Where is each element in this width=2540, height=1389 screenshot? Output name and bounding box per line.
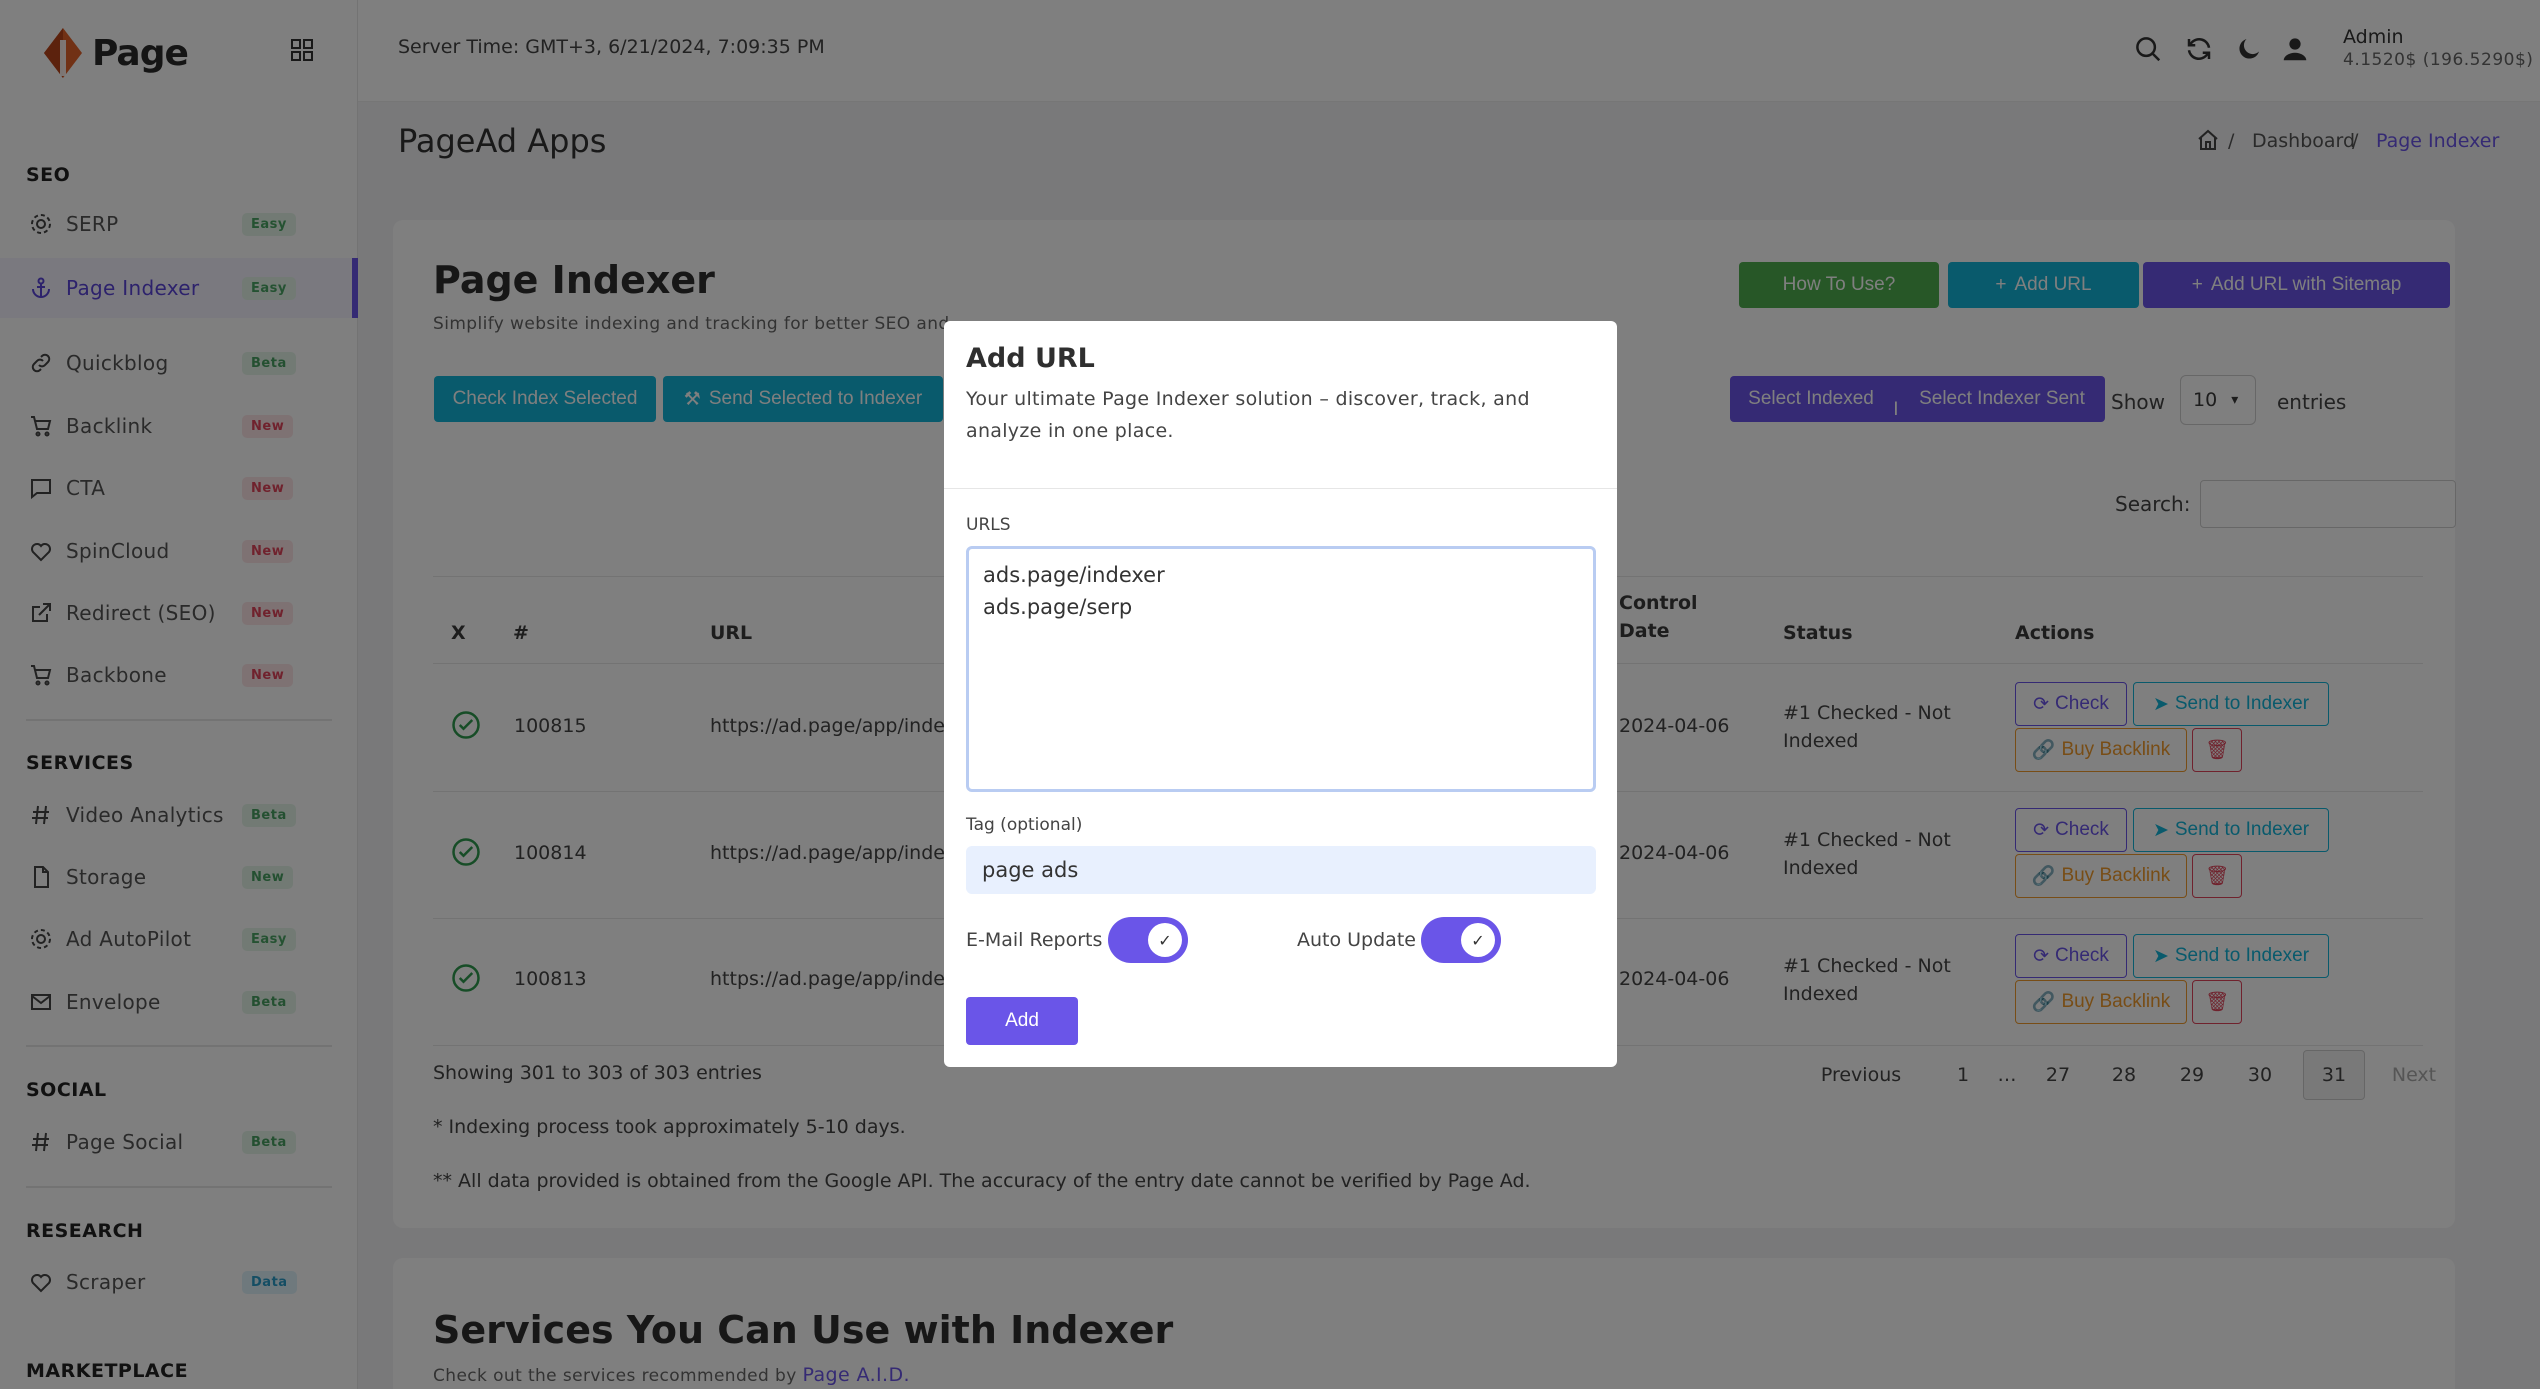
tag-input[interactable] (966, 846, 1596, 894)
tag-label: Tag (optional) (966, 815, 1083, 835)
auto-update-label: Auto Update (1297, 929, 1416, 951)
email-reports-toggle[interactable]: ✓ (1108, 917, 1188, 963)
toggle-check-icon: ✓ (1461, 923, 1495, 957)
modal-subtitle: Your ultimate Page Indexer solution – di… (966, 388, 1530, 442)
add-url-modal: Add URL Your ultimate Page Indexer solut… (944, 321, 1617, 1067)
toggle-check-icon: ✓ (1148, 923, 1182, 957)
auto-update-toggle[interactable]: ✓ (1421, 917, 1501, 963)
add-button[interactable]: Add (966, 997, 1078, 1045)
urls-label: URLS (966, 515, 1011, 535)
email-reports-label: E-Mail Reports (966, 929, 1103, 951)
urls-textarea[interactable] (966, 546, 1596, 792)
modal-divider (944, 488, 1617, 489)
modal-title: Add URL (966, 343, 1095, 374)
